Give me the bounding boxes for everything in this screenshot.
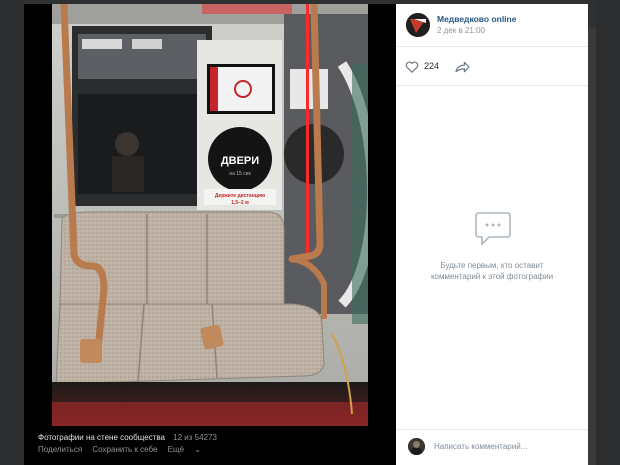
screen-text: ДВЕРИ — [221, 155, 259, 167]
photo-viewer: ДВЕРИ на 15 сек Держите дистанцию 1,5–2 … — [24, 4, 396, 430]
divider — [396, 85, 588, 86]
divider — [396, 429, 588, 430]
empty-line-1: Будьте первым, кто оставит — [440, 261, 544, 270]
user-avatar-icon — [408, 438, 425, 455]
info-panel: Медведково online 2 дек в 21:00 224 Будь… — [396, 4, 588, 465]
more-label: Ещё — [167, 445, 185, 454]
save-link[interactable]: Сохранить к себе — [92, 445, 157, 454]
photo-footer: Фотографии на стене сообщества 12 из 542… — [24, 430, 396, 465]
post-date[interactable]: 2 дек в 21:00 — [437, 26, 485, 35]
backdrop-right — [596, 0, 620, 465]
avatar-logo-icon — [406, 13, 430, 37]
album-link[interactable]: Фотографии на стене сообщества — [38, 433, 165, 442]
backdrop-left — [0, 0, 24, 465]
empty-comments-message: Будьте первым, кто оставит комментарий к… — [412, 260, 572, 282]
more-menu[interactable]: Ещё ⌄ — [168, 445, 209, 454]
like-count: 224 — [424, 61, 440, 71]
footer-info: Фотографии на стене сообщества 12 из 542… — [38, 433, 217, 442]
author-avatar[interactable] — [406, 13, 430, 37]
heart-icon[interactable] — [405, 60, 419, 74]
post-header: Медведково online 2 дек в 21:00 — [396, 4, 588, 44]
screen-subtext: на 15 сек — [229, 171, 251, 177]
metro-car-photo: ДВЕРИ на 15 сек Держите дистанцию 1,5–2 … — [52, 4, 368, 426]
sign-line1: Держите дистанцию — [215, 193, 266, 199]
post-actions: 224 — [396, 47, 588, 85]
author-name[interactable]: Медведково online — [437, 14, 516, 24]
photo-counter: 12 из 54273 — [173, 433, 217, 442]
comment-bubble-icon — [475, 212, 511, 246]
footer-actions: Поделиться Сохранить к себе Ещё ⌄ — [38, 445, 217, 454]
chevron-down-icon: ⌄ — [194, 445, 201, 454]
comment-input[interactable] — [434, 437, 582, 455]
share-link[interactable]: Поделиться — [38, 445, 82, 454]
share-arrow-icon[interactable] — [455, 60, 470, 74]
current-user-avatar — [408, 438, 425, 455]
photo-image[interactable]: ДВЕРИ на 15 сек Держите дистанцию 1,5–2 … — [52, 4, 368, 426]
sign-line2: 1,5–2 м — [231, 200, 249, 206]
empty-line-2: комментарий к этой фотографии — [430, 272, 554, 281]
